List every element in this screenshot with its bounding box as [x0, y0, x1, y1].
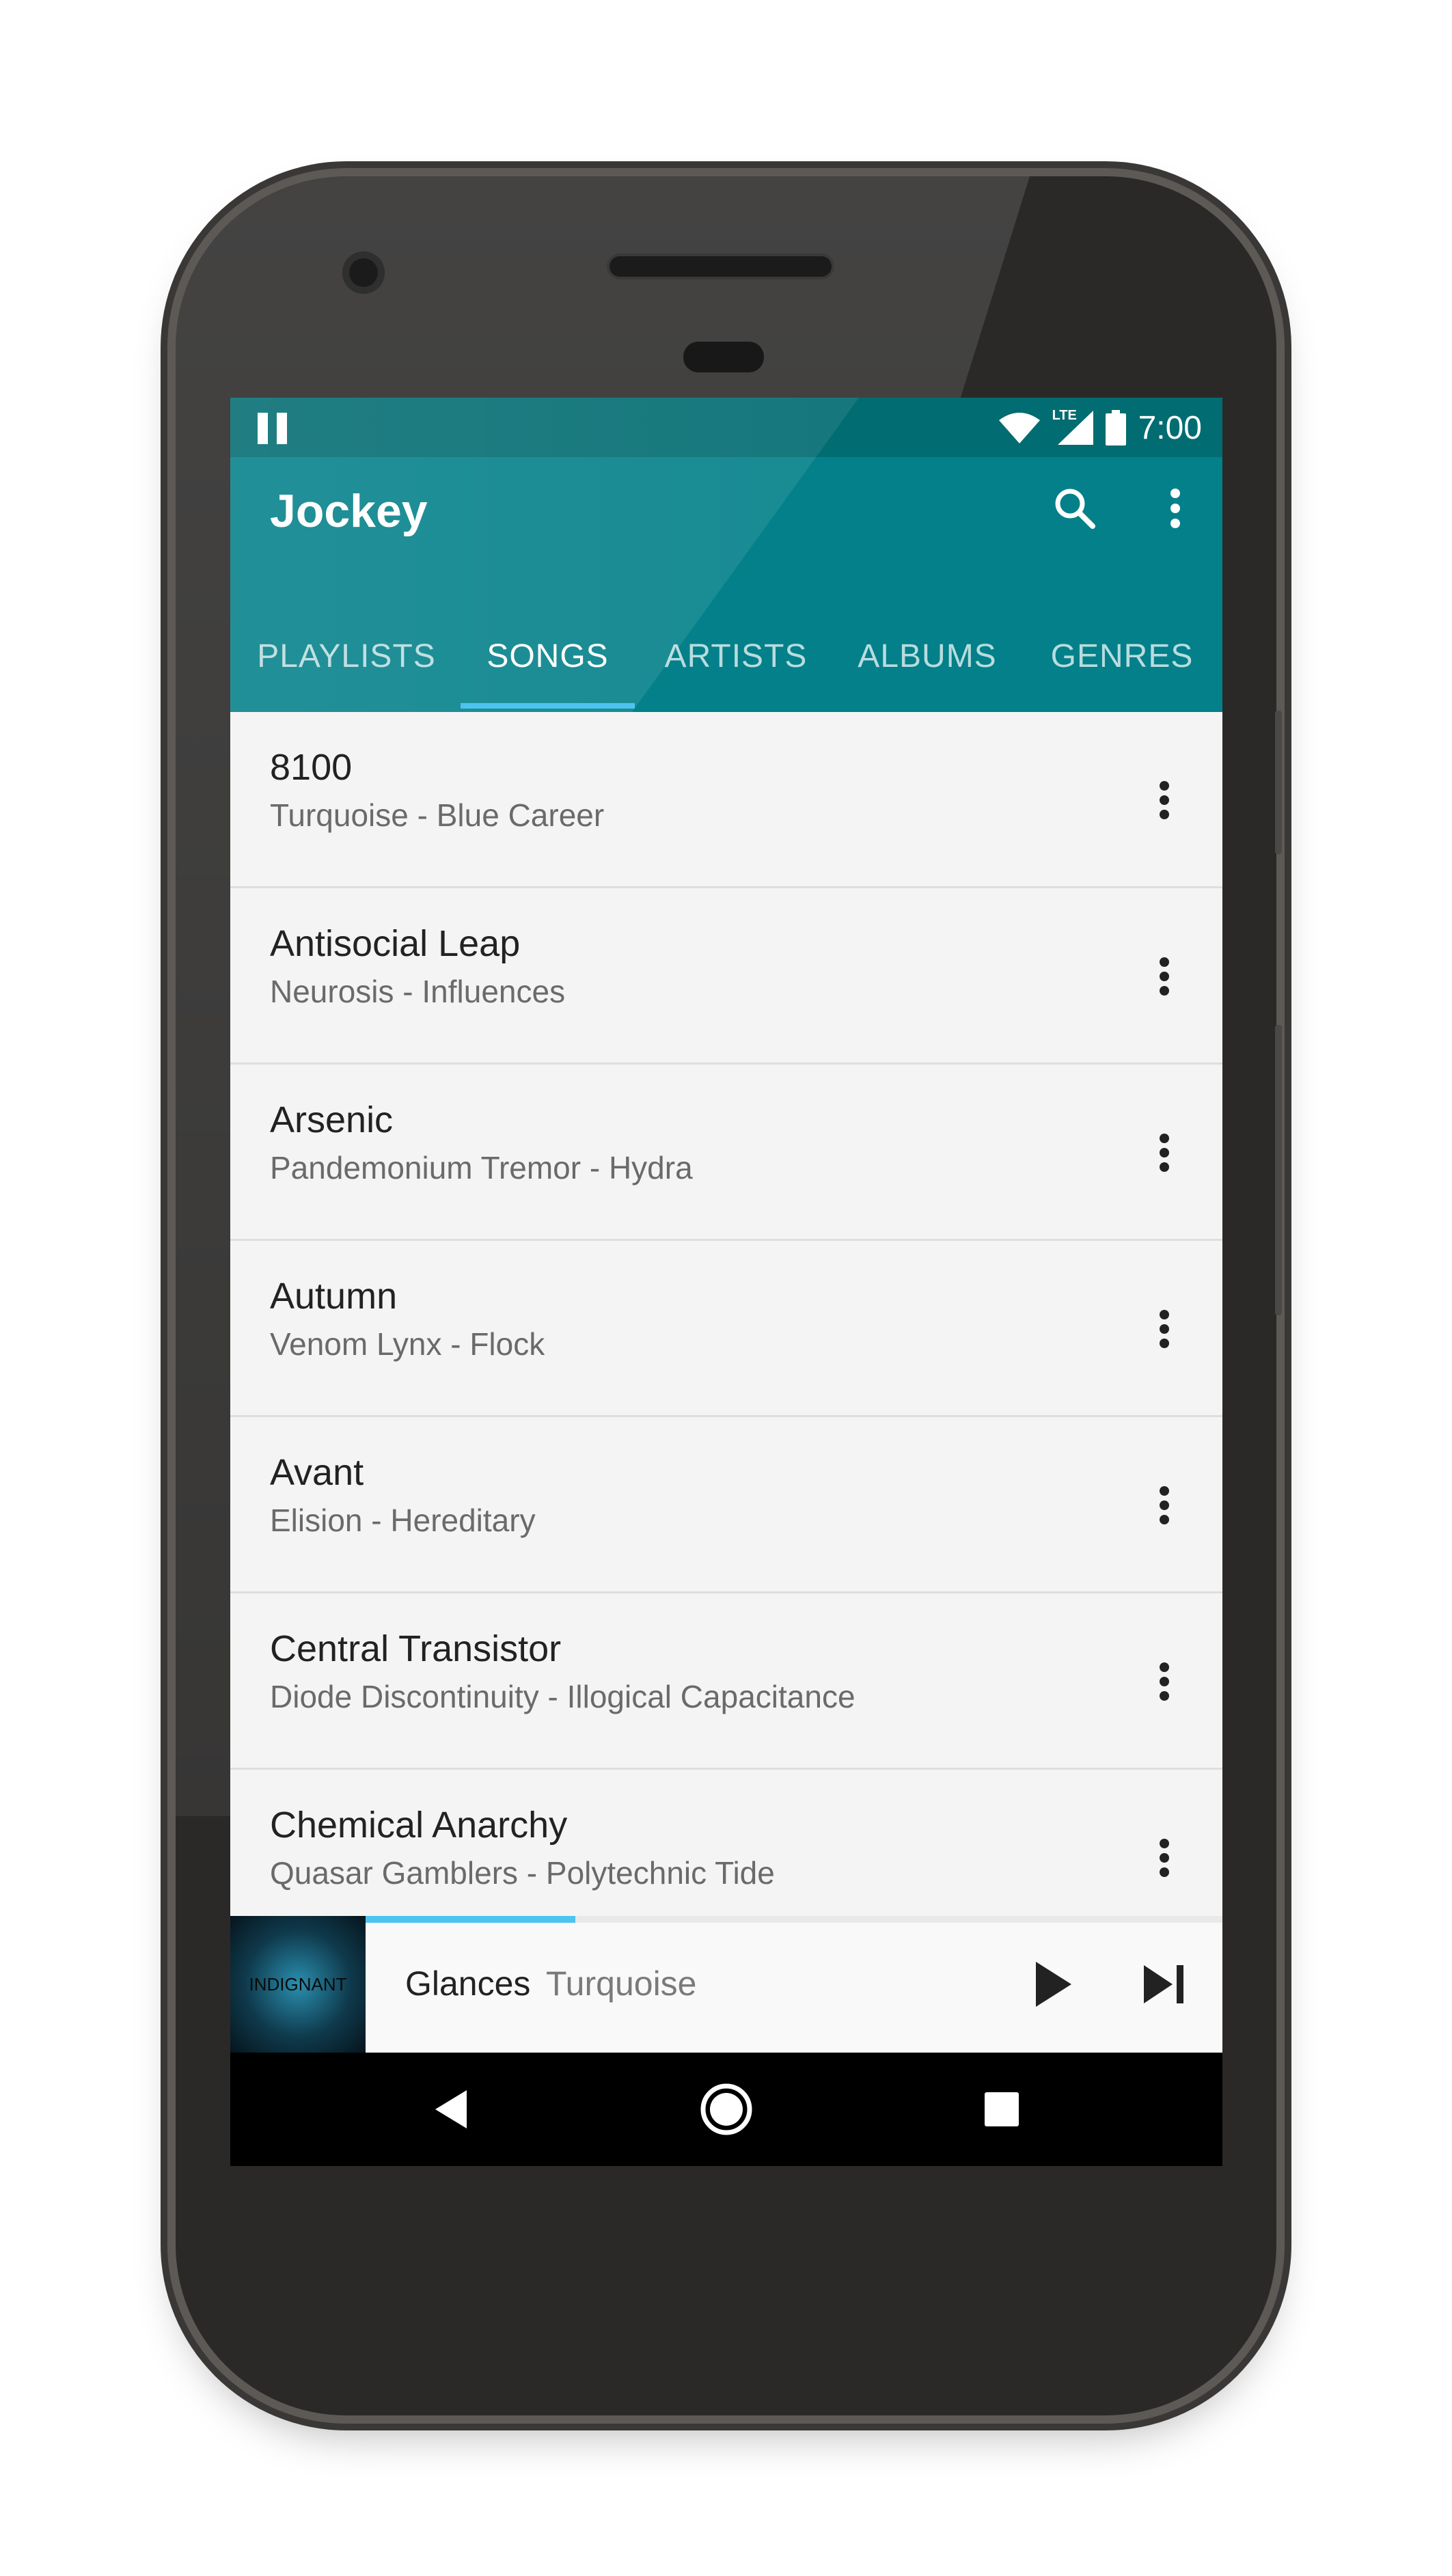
proximity-sensor: [683, 342, 764, 372]
tab-artists[interactable]: ARTISTS: [654, 601, 818, 712]
tab-albums[interactable]: ALBUMS: [835, 601, 1019, 712]
more-vert-icon: [1160, 1310, 1169, 1348]
song-row[interactable]: Antisocial Leap Neurosis - Influences: [230, 888, 1222, 1065]
navigation-bar: [230, 2053, 1222, 2166]
song-title: Chemical Anarchy: [270, 1805, 568, 1846]
playback-progress: [366, 1916, 575, 1923]
tab-playlists[interactable]: PLAYLISTS: [251, 601, 442, 712]
song-title: Antisocial Leap: [270, 923, 521, 964]
song-title: 8100: [270, 747, 353, 788]
tab-genres[interactable]: GENRES: [1033, 601, 1211, 712]
song-row[interactable]: 8100 Turquoise - Blue Career: [230, 712, 1222, 888]
pause-notification-icon: [258, 413, 289, 444]
more-vert-icon: [1160, 1486, 1169, 1524]
now-playing-artist: Turquoise: [546, 1964, 697, 2003]
play-button[interactable]: [1023, 1954, 1084, 2015]
status-icons: LTE 7:00: [998, 407, 1202, 448]
more-vert-icon: [1160, 1134, 1169, 1172]
song-title: Avant: [270, 1452, 364, 1493]
screen: LTE 7:00 Jockey PLAYLISTS SONGS ARTISTS …: [230, 398, 1222, 2166]
song-more-button[interactable]: [1134, 1122, 1195, 1183]
app-title: Jockey: [270, 485, 428, 537]
recents-icon: [985, 2092, 1019, 2126]
song-subtitle: Neurosis - Influences: [270, 974, 566, 1009]
song-subtitle: Elision - Hereditary: [270, 1503, 536, 1538]
song-more-button[interactable]: [1134, 1827, 1195, 1889]
phone-side-button-upper: [1275, 711, 1282, 854]
overflow-menu-button[interactable]: [1145, 478, 1206, 539]
album-art-text: INDIGNANT: [249, 1973, 347, 1995]
skip-next-button[interactable]: [1134, 1954, 1195, 2015]
album-art: INDIGNANT: [230, 1916, 366, 2053]
song-title: Autumn: [270, 1276, 398, 1317]
back-button[interactable]: [420, 2079, 482, 2140]
song-subtitle: Venom Lynx - Flock: [270, 1326, 545, 1362]
tab-songs[interactable]: SONGS: [461, 601, 635, 712]
more-vert-icon: [1170, 489, 1180, 528]
more-vert-icon: [1160, 1662, 1169, 1701]
song-more-button[interactable]: [1134, 1298, 1195, 1360]
song-subtitle: Turquoise - Blue Career: [270, 797, 605, 833]
song-subtitle: Diode Discontinuity - Illogical Capacita…: [270, 1679, 855, 1714]
song-title: Arsenic: [270, 1099, 394, 1140]
status-bar: LTE 7:00: [230, 398, 1222, 457]
now-playing-bar[interactable]: INDIGNANT Glances Turquoise: [230, 1916, 1222, 2053]
more-vert-icon: [1160, 781, 1169, 819]
home-icon: [700, 2083, 752, 2135]
song-subtitle: Pandemonium Tremor - Hydra: [270, 1150, 693, 1186]
tab-bar: PLAYLISTS SONGS ARTISTS ALBUMS GENRES: [230, 601, 1222, 712]
more-vert-icon: [1160, 1839, 1169, 1877]
song-more-button[interactable]: [1134, 769, 1195, 831]
song-title: Central Transistor: [270, 1628, 562, 1669]
earpiece-speaker: [609, 256, 832, 277]
app-bar: Jockey PLAYLISTS SONGS ARTISTS ALBUMS GE…: [230, 398, 1222, 712]
back-icon: [435, 2090, 467, 2128]
search-button[interactable]: [1044, 478, 1106, 539]
home-button[interactable]: [696, 2079, 757, 2140]
song-more-button[interactable]: [1134, 946, 1195, 1007]
song-row[interactable]: Autumn Venom Lynx - Flock: [230, 1241, 1222, 1417]
song-row[interactable]: Arsenic Pandemonium Tremor - Hydra: [230, 1065, 1222, 1241]
phone-side-button-lower: [1275, 1025, 1282, 1315]
active-tab-indicator: [461, 703, 635, 709]
play-icon: [1036, 1962, 1071, 2007]
song-list[interactable]: 8100 Turquoise - Blue Career Antisocial …: [230, 712, 1222, 2007]
now-playing-title: Glances: [405, 1964, 531, 2003]
recents-button[interactable]: [971, 2079, 1032, 2140]
lte-label: LTE: [1052, 408, 1077, 423]
more-vert-icon: [1160, 957, 1169, 996]
song-more-button[interactable]: [1134, 1475, 1195, 1536]
song-subtitle: Quasar Gamblers - Polytechnic Tide: [270, 1855, 775, 1891]
search-icon: [1055, 489, 1095, 529]
front-camera: [342, 251, 385, 294]
skip-next-icon: [1144, 1965, 1183, 2003]
status-time: 7:00: [1138, 409, 1202, 446]
wifi-icon: [998, 413, 1040, 443]
song-row[interactable]: Central Transistor Diode Discontinuity -…: [230, 1593, 1222, 1770]
song-more-button[interactable]: [1134, 1651, 1195, 1712]
song-row[interactable]: Avant Elision - Hereditary: [230, 1417, 1222, 1593]
lte-signal-icon: LTE: [1052, 408, 1093, 445]
battery-icon: [1105, 410, 1126, 446]
